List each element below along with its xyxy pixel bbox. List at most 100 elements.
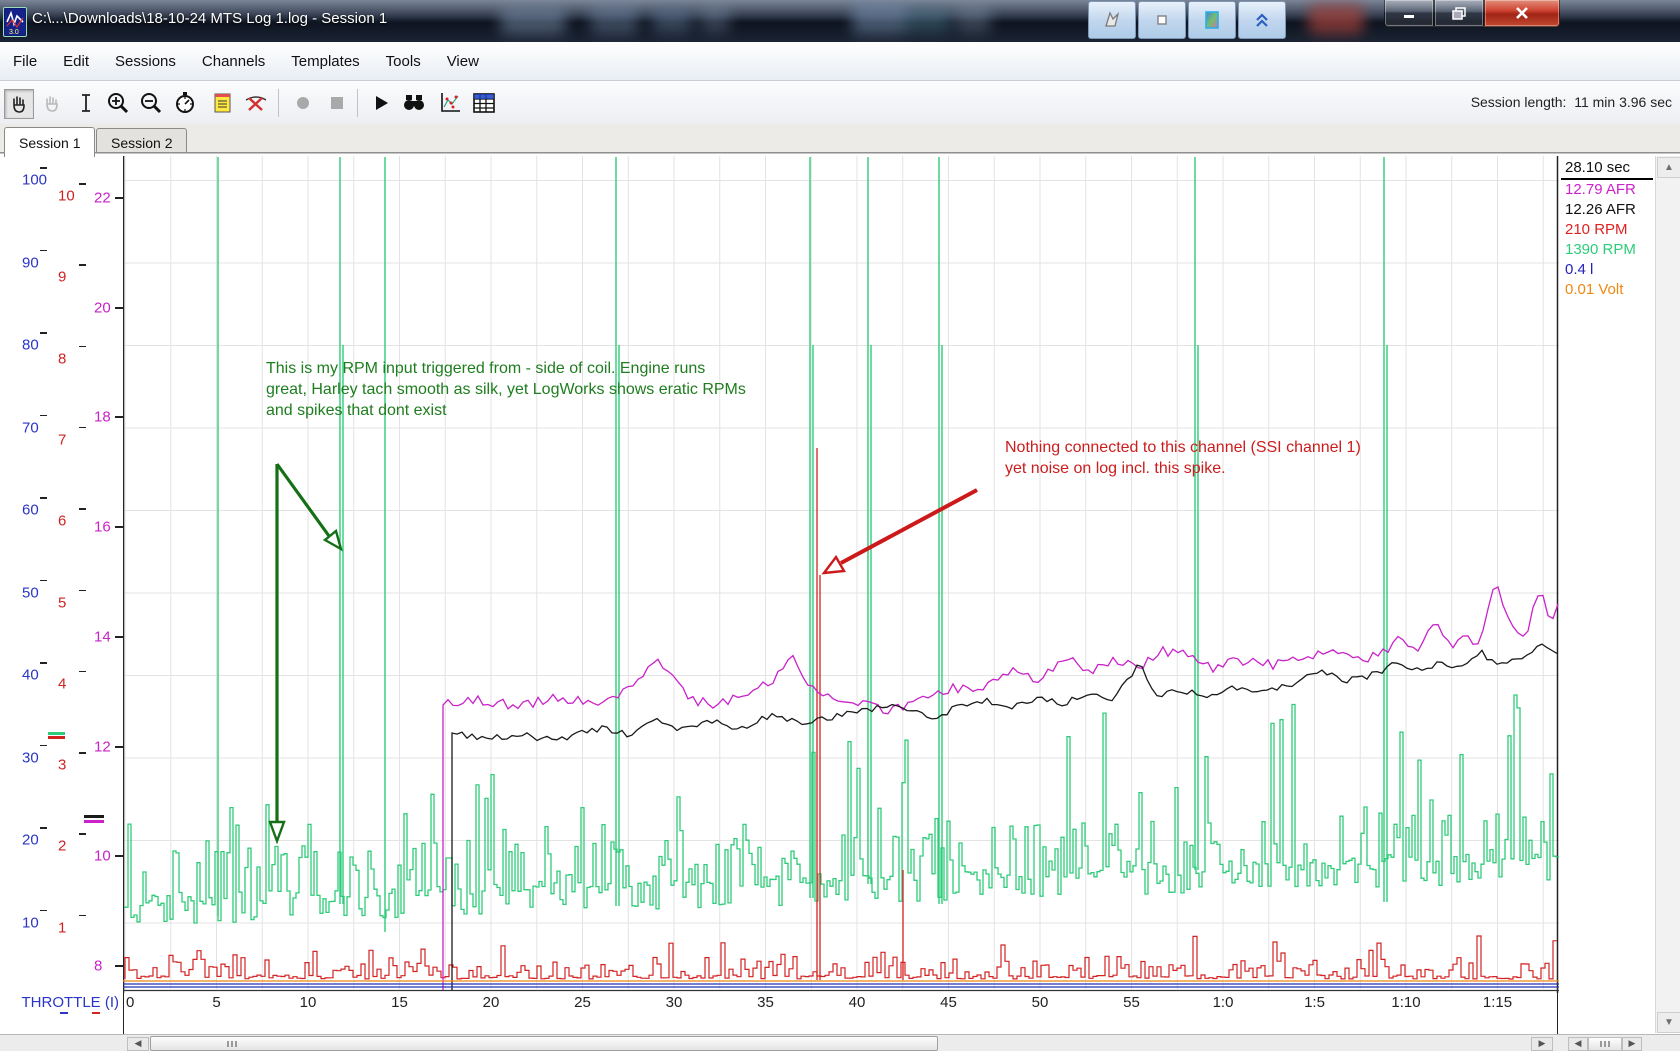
menu-channels[interactable]: Channels (189, 53, 278, 70)
restore-button[interactable] (1434, 0, 1484, 27)
red-axis-tick (79, 752, 86, 754)
blue-axis-tick (40, 580, 47, 582)
stopwatch-button[interactable] (171, 89, 199, 117)
pan-hand-button[interactable] (4, 89, 34, 119)
legend-scroll-left-button[interactable]: ◀ (1568, 1037, 1588, 1051)
menu-sessions[interactable]: Sessions (102, 53, 189, 70)
x-axis-label: 15 (391, 994, 408, 1011)
red-axis-label: 2 (58, 838, 66, 855)
close-button[interactable] (1484, 0, 1560, 27)
magenta-axis-tick (115, 746, 123, 748)
magenta-axis-tick (115, 416, 123, 418)
menu-templates[interactable]: Templates (278, 53, 372, 70)
scroll-down-button[interactable]: ▼ (1657, 1012, 1680, 1033)
legend-scroll-right-button[interactable]: ▶ (1622, 1037, 1642, 1051)
x-axis-label: 35 (757, 994, 774, 1011)
annotation-line: This is my RPM input triggered from - si… (266, 358, 746, 379)
x-axis-label: 55 (1123, 994, 1140, 1011)
data-table-button[interactable] (470, 89, 498, 117)
legend-value: 12.26 AFR (1561, 200, 1653, 220)
x-axis-label: 0 (126, 994, 134, 1011)
grab-hand-button[interactable] (38, 89, 66, 117)
red-axis-label: 8 (58, 350, 66, 367)
magenta-axis-label: 10 (94, 848, 111, 865)
magenta-axis-tick (115, 197, 123, 199)
cursor-legend: 28.10 sec 12.79 AFR12.26 AFR210 RPM1390 … (1561, 158, 1653, 300)
red-axis-tick (79, 427, 86, 429)
menu-view[interactable]: View (434, 53, 492, 70)
red-annotation-text: Nothing connected to this channel (SSI c… (1005, 437, 1361, 479)
red-axis-label: 3 (58, 757, 66, 774)
red-axis-tick (79, 264, 86, 266)
hscroll-thumb[interactable] (150, 1036, 938, 1051)
red-axis-label: 4 (58, 675, 66, 692)
play-button[interactable] (367, 89, 395, 117)
menu-file[interactable]: File (0, 53, 50, 70)
throttle-channel-label: THROTTLE (I) (0, 994, 119, 1011)
magenta-axis-tick (115, 307, 123, 309)
red-axis-label: 10 (58, 188, 75, 205)
minimize-button[interactable] (1384, 0, 1434, 27)
x-axis-label: 45 (940, 994, 957, 1011)
chart-region: 1009080706050403020101098765432122201816… (0, 156, 1680, 1034)
magenta-axis-tick (115, 965, 123, 967)
scroll-left-button[interactable]: ◀ (127, 1037, 149, 1051)
record-button[interactable] (289, 89, 317, 117)
blue-axis-label: 90 (22, 254, 39, 271)
vertical-scrollbar[interactable]: ▲ ▼ (1655, 156, 1680, 1033)
menu-edit[interactable]: Edit (50, 53, 102, 70)
magenta-axis-label: 12 (94, 738, 111, 755)
scroll-right-button[interactable]: ▶ (1531, 1037, 1553, 1051)
ibeam-cursor-button[interactable] (72, 89, 100, 117)
red-axis-tick (79, 346, 86, 348)
toolbar: Session length: 11 min 3.96 sec (0, 81, 1680, 125)
x-axis-label: 25 (574, 994, 591, 1011)
magenta-axis-label: 22 (94, 190, 111, 207)
x-axis-label: 5 (212, 994, 220, 1011)
x-axis-label: 30 (666, 994, 683, 1011)
zoom-in-button[interactable] (104, 89, 132, 117)
aero-reflection (590, 4, 638, 34)
tab-session-1[interactable]: Session 1 (4, 127, 95, 157)
blue-axis-label: 40 (22, 667, 39, 684)
magenta-axis-label: 14 (94, 628, 111, 645)
channel-value-marker (48, 736, 65, 739)
svg-text:3.0: 3.0 (9, 29, 19, 36)
y-axis-line-extension (123, 992, 124, 1034)
banner-icon[interactable] (1088, 1, 1136, 39)
red-axis-tick (79, 915, 86, 917)
blue-axis-tick (40, 827, 47, 829)
blue-axis-label: 70 (22, 419, 39, 436)
annotation-line: great, Harley tach smooth as silk, yet L… (266, 379, 746, 400)
picture-icon[interactable] (1188, 1, 1236, 39)
menu-tools[interactable]: Tools (373, 53, 434, 70)
x-axis-label: 10 (300, 994, 317, 1011)
small-square-icon[interactable] (1138, 1, 1186, 39)
legend-cursor-time: 28.10 sec (1561, 158, 1653, 180)
aero-reflection (905, 8, 951, 32)
overlay-plot-button[interactable] (436, 89, 464, 117)
chevron-up-icon[interactable] (1238, 1, 1286, 39)
find-button[interactable] (400, 89, 428, 117)
underline-mark (92, 1012, 100, 1014)
channel-value-marker (84, 815, 104, 818)
window-controls (1384, 0, 1560, 27)
horizontal-scrollbar[interactable]: ◀ ▶ ◀ ▶ (0, 1034, 1680, 1051)
thumb-grip (227, 1041, 237, 1047)
legend-value: 0.01 Volt (1561, 280, 1653, 300)
aero-reflection (1308, 4, 1364, 34)
red-axis-tick (79, 590, 86, 592)
blue-axis-label: 80 (22, 337, 39, 354)
scroll-up-button[interactable]: ▲ (1657, 157, 1680, 178)
notes-button[interactable] (209, 89, 237, 117)
zoom-out-button[interactable] (137, 89, 165, 117)
legend-hscroll-thumb[interactable] (1588, 1037, 1622, 1051)
blue-axis-label: 50 (22, 584, 39, 601)
blue-axis-tick (40, 497, 47, 499)
stop-button[interactable] (323, 89, 351, 117)
red-axis-label: 6 (58, 513, 66, 530)
clear-markers-button[interactable] (242, 89, 270, 117)
menu-bar: FileEditSessionsChannelsTemplatesToolsVi… (0, 42, 1680, 81)
blue-axis-label: 100 (22, 172, 47, 189)
log-plot[interactable] (123, 156, 1559, 993)
